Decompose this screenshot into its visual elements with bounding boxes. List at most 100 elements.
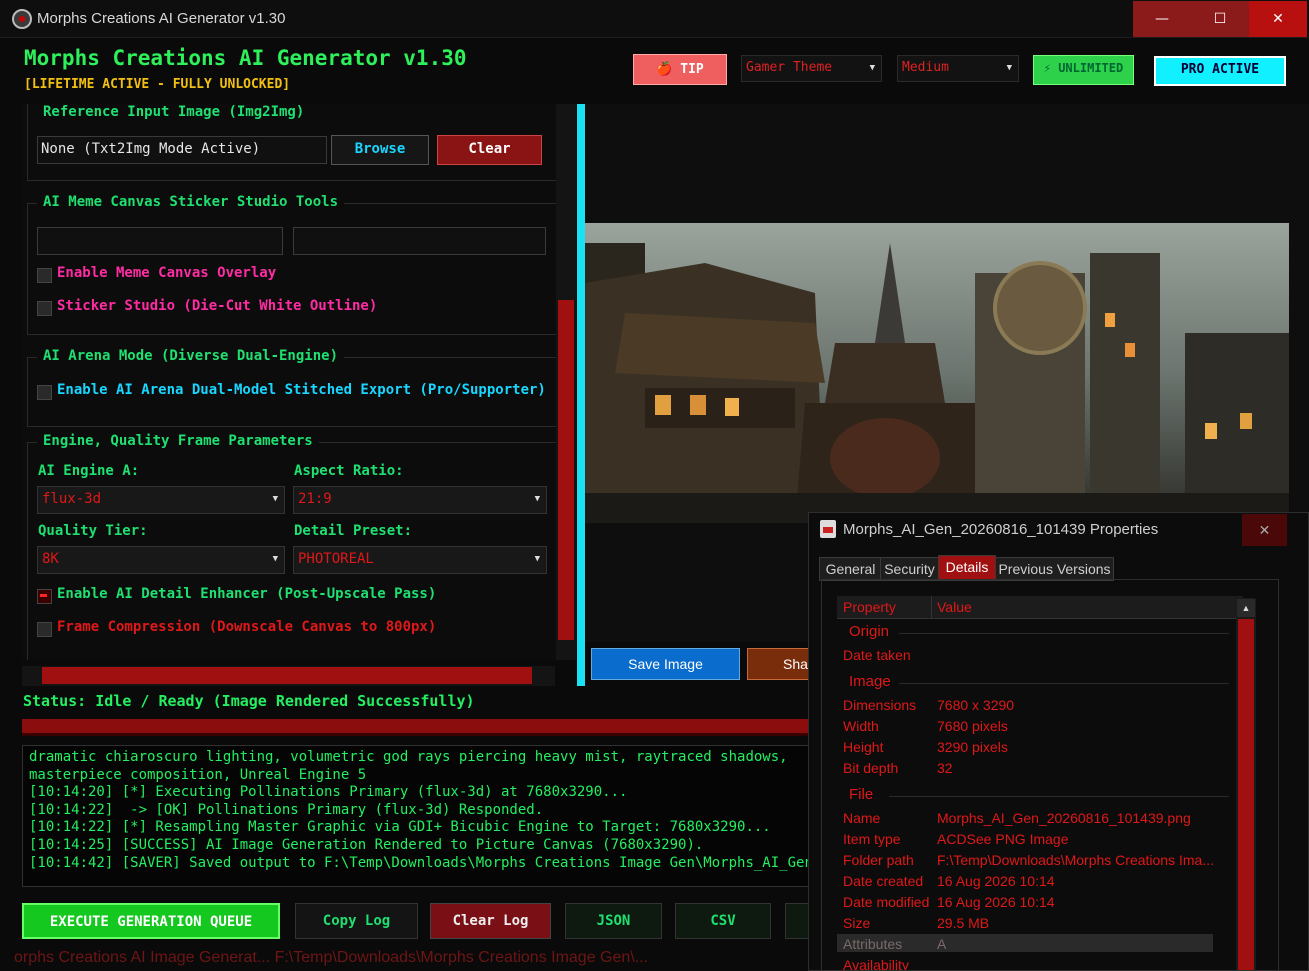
property-value: 29.5 MB [937,915,990,931]
engine-dropdown[interactable]: flux-3d ▼ [37,486,285,514]
chevron-down-icon: ▼ [272,494,278,504]
settings-horizontal-scroll-thumb[interactable] [42,667,532,684]
property-name: Attributes [843,936,903,952]
generated-image [585,223,1289,523]
app-title: Morphs Creations AI Generator v1.30 [24,46,467,70]
property-name: Name [843,810,881,826]
pro-active-badge[interactable]: PRO ACTIVE [1154,56,1286,86]
progress-bar [22,719,812,736]
property-name: Dimensions [843,697,917,713]
aspect-ratio-label: Aspect Ratio: [294,463,404,479]
copy-log-button[interactable]: Copy Log [295,903,418,939]
more-actions-button[interactable] [785,903,810,939]
meme-overlay-label[interactable]: Enable Meme Canvas Overlay [57,265,276,281]
log-output[interactable]: dramatic chiaroscuro lighting, volumetri… [22,745,812,887]
frame-compression-checkbox[interactable] [37,622,52,637]
maximize-button[interactable]: ☐ [1191,1,1249,37]
sticker-studio-checkbox[interactable] [37,301,52,316]
window-title: Morphs Creations AI Generator v1.30 [37,10,286,27]
property-value: ACDSee PNG Image [937,831,1069,847]
minimize-button[interactable]: — [1133,1,1191,37]
theme-dropdown[interactable]: Gamer Theme ▼ [741,55,882,82]
meme-top-text-input[interactable] [37,227,283,255]
property-value: 3290 pixels [937,739,1008,755]
dialog-title: Morphs_AI_Gen_20260816_101439 Properties [843,521,1159,538]
tab-details[interactable]: Details [938,555,996,581]
detail-preset-dropdown[interactable]: PHOTOREAL ▼ [293,546,547,574]
log-line: [10:14:20] [*] Executing Pollinations Pr… [29,784,628,801]
meme-group-title: AI Meme Canvas Sticker Studio Tools [37,194,345,210]
file-properties-dialog: Morphs_AI_Gen_20260816_101439 Properties… [808,512,1309,971]
clear-reference-button[interactable]: Clear [437,135,542,165]
app-icon [12,9,32,29]
value-column-header[interactable]: Value [937,599,972,615]
quality-preset-dropdown[interactable]: Medium ▼ [897,55,1019,82]
property-value: A [937,936,947,952]
quality-preset-value: Medium [902,60,949,75]
tab-general[interactable]: General [819,557,882,581]
close-button[interactable]: ✕ [1249,1,1307,37]
save-image-button[interactable]: Save Image [591,648,740,680]
tab-security[interactable]: Security [880,557,939,581]
frame-compression-label[interactable]: Frame Compression (Downscale Canvas to 8… [57,619,436,635]
property-value: 16 Aug 2026 10:14 [937,873,1055,889]
arena-export-label[interactable]: Enable AI Arena Dual-Model Stitched Expo… [57,382,546,398]
meme-overlay-checkbox[interactable] [37,268,52,283]
property-name: Date taken [843,647,911,663]
theme-value: Gamer Theme [746,60,833,75]
aspect-ratio-dropdown[interactable]: 21:9 ▼ [293,486,547,514]
chevron-down-icon: ▼ [534,554,540,564]
title-bar: Morphs Creations AI Generator v1.30 [0,0,1309,38]
arena-export-checkbox[interactable] [37,385,52,400]
section-image: Image [849,673,891,690]
settings-vertical-scroll-thumb[interactable] [558,300,574,640]
execute-generation-button[interactable]: EXECUTE GENERATION QUEUE [22,903,280,939]
tip-button[interactable]: 🍎 TIP [633,54,727,85]
reference-group-title: Reference Input Image (Img2Img) [37,104,311,120]
property-value: 32 [937,760,953,776]
export-csv-button[interactable]: CSV [675,903,771,939]
settings-panel: Reference Input Image (Img2Img) None (Tx… [22,104,575,660]
property-value: 7680 x 3290 [937,697,1015,713]
log-line: [10:14:22] -> [OK] Pollinations Primary … [29,801,544,818]
log-line: [10:14:42] [SAVER] Saved output to F:\Te… [29,854,812,871]
license-subtitle: [LIFETIME ACTIVE - FULLY UNLOCKED] [24,77,291,92]
property-name: Height [843,739,884,755]
engine-group-title: Engine, Quality Frame Parameters [37,433,319,449]
log-line: dramatic chiaroscuro lighting, volumetri… [29,749,788,765]
detail-enhancer-label[interactable]: Enable AI Detail Enhancer (Post-Upscale … [57,586,436,602]
chevron-down-icon: ▼ [869,63,875,73]
share-button[interactable]: Sha [747,648,817,680]
tab-previous-versions[interactable]: Previous Versions [995,557,1114,581]
section-divider [889,796,1229,797]
meme-bottom-text-input[interactable] [293,227,546,255]
log-line: masterpiece composition, Unreal Engine 5 [29,766,367,783]
property-value: F:\Temp\Downloads\Morphs Creations Ima..… [937,852,1214,868]
section-origin: Origin [849,623,890,640]
property-name: Folder path [843,852,914,868]
chevron-down-icon: ▼ [534,494,540,504]
reference-path-input[interactable]: None (Txt2Img Mode Active) [37,136,327,164]
quality-tier-dropdown[interactable]: 8K ▼ [37,546,285,574]
property-column-header[interactable]: Property [843,599,896,615]
property-name: Availability [843,957,909,971]
section-divider [899,683,1229,684]
unlimited-badge[interactable]: ⚡ UNLIMITED [1033,55,1134,85]
property-name: Bit depth [843,760,899,776]
panel-divider[interactable] [577,104,585,686]
log-line: [10:14:22] [*] Resampling Master Graphic… [29,819,771,836]
export-json-button[interactable]: JSON [565,903,662,939]
dialog-close-button[interactable]: ✕ [1242,514,1287,546]
quality-tier-label: Quality Tier: [38,523,148,539]
clear-log-button[interactable]: Clear Log [430,903,551,939]
status-text: Status: Idle / Ready (Image Rendered Suc… [23,692,475,710]
details-scroll-thumb[interactable] [1238,619,1254,970]
chevron-down-icon: ▼ [272,554,278,564]
sticker-studio-label[interactable]: Sticker Studio (Die-Cut White Outline) [57,298,377,314]
scroll-up-icon[interactable]: ▲ [1237,599,1255,617]
log-line: [10:14:25] [SUCCESS] AI Image Generation… [29,836,704,853]
section-file: File [849,786,874,803]
detail-enhancer-checkbox[interactable] [37,589,52,604]
browse-button[interactable]: Browse [331,135,429,165]
property-name: Date created [843,873,924,889]
